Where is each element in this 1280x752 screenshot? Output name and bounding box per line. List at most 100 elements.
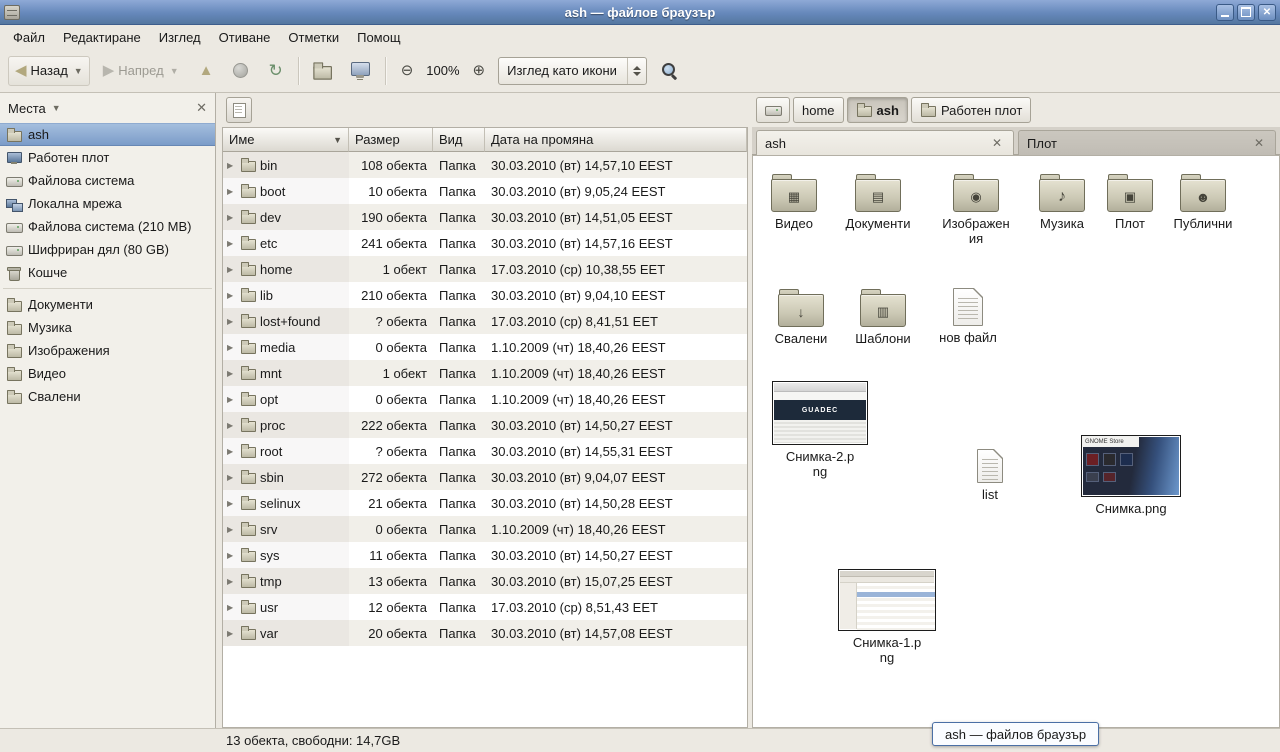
- table-row[interactable]: ▶ usr 12 обекта Папка 17.03.2010 (ср) 8,…: [223, 594, 747, 620]
- path-current-button[interactable]: ash: [847, 97, 908, 123]
- reload-button[interactable]: ↻: [261, 56, 289, 86]
- forward-button[interactable]: ▶ Напред ▼: [96, 56, 186, 86]
- expander-icon[interactable]: ▶: [227, 343, 236, 352]
- zoom-out-button[interactable]: ⊖: [394, 56, 421, 86]
- expander-icon[interactable]: ▶: [227, 187, 236, 196]
- folder-item-downloads[interactable]: Свалени: [761, 289, 841, 347]
- path-home-button[interactable]: home: [793, 97, 844, 123]
- table-row[interactable]: ▶ boot 10 обекта Папка 30.03.2010 (вт) 9…: [223, 178, 747, 204]
- expander-icon[interactable]: ▶: [227, 317, 236, 326]
- up-button[interactable]: ▲: [192, 56, 221, 86]
- taskbar-window-button[interactable]: ash — файлов браузър: [932, 722, 1099, 746]
- menu-item[interactable]: Файл: [4, 27, 54, 48]
- expander-icon[interactable]: ▶: [227, 629, 236, 638]
- view-mode-select[interactable]: Изглед като икони: [498, 57, 647, 85]
- file-item-new-file[interactable]: нов файл: [928, 288, 1008, 346]
- table-row[interactable]: ▶ home 1 обект Папка 17.03.2010 (ср) 10,…: [223, 256, 747, 282]
- table-row[interactable]: ▶ etc 241 обекта Папка 30.03.2010 (вт) 1…: [223, 230, 747, 256]
- table-row[interactable]: ▶ proc 222 обекта Папка 30.03.2010 (вт) …: [223, 412, 747, 438]
- sidebar-close-icon[interactable]: ✕: [196, 100, 207, 116]
- back-dropdown-icon[interactable]: ▼: [74, 66, 83, 76]
- expander-icon[interactable]: ▶: [227, 577, 236, 586]
- expander-icon[interactable]: ▶: [227, 551, 236, 560]
- menu-item[interactable]: Изглед: [150, 27, 210, 48]
- file-item-list[interactable]: list: [960, 449, 1020, 503]
- sidebar-item[interactable]: Файлова система: [0, 169, 215, 192]
- table-row[interactable]: ▶ opt 0 обекта Папка 1.10.2009 (чт) 18,4…: [223, 386, 747, 412]
- table-row[interactable]: ▶ mnt 1 обект Папка 1.10.2009 (чт) 18,40…: [223, 360, 747, 386]
- sidebar-item[interactable]: Шифриран дял (80 GB): [0, 238, 215, 261]
- close-button[interactable]: [1258, 4, 1276, 21]
- back-button[interactable]: ◀ Назад ▼: [8, 56, 90, 86]
- expander-icon[interactable]: ▶: [227, 265, 236, 274]
- table-row[interactable]: ▶ dev 190 обекта Папка 30.03.2010 (вт) 1…: [223, 204, 747, 230]
- expander-icon[interactable]: ▶: [227, 525, 236, 534]
- column-header-name[interactable]: Име ▼: [223, 128, 349, 152]
- table-row[interactable]: ▶ srv 0 обекта Папка 1.10.2009 (чт) 18,4…: [223, 516, 747, 542]
- folder-item-video[interactable]: Видео: [754, 174, 834, 232]
- table-row[interactable]: ▶ lib 210 обекта Папка 30.03.2010 (вт) 9…: [223, 282, 747, 308]
- maximize-button[interactable]: [1237, 4, 1255, 21]
- sidebar-item[interactable]: Локална мрежа: [0, 192, 215, 215]
- folder-item-public[interactable]: Публични: [1163, 174, 1243, 232]
- table-row[interactable]: ▶ root ? обекта Папка 30.03.2010 (вт) 14…: [223, 438, 747, 464]
- tab-ash[interactable]: ash ✕: [756, 130, 1014, 155]
- expander-icon[interactable]: ▶: [227, 369, 236, 378]
- folder-item-documents[interactable]: Документи: [838, 174, 918, 232]
- sidebar-item[interactable]: Свалени: [0, 385, 215, 408]
- expander-icon[interactable]: ▶: [227, 239, 236, 248]
- folder-icon: [240, 547, 256, 563]
- menu-item[interactable]: Отиване: [210, 27, 280, 48]
- image-item-snimka[interactable]: GNOME Store Снимка.png: [1081, 435, 1181, 517]
- table-row[interactable]: ▶ selinux 21 обекта Папка 30.03.2010 (вт…: [223, 490, 747, 516]
- expander-icon[interactable]: ▶: [227, 291, 236, 300]
- image-item-snimka2[interactable]: GUADEC Снимка-2.png: [772, 381, 868, 480]
- folder-item-images[interactable]: Изображения: [936, 174, 1016, 247]
- tab-close-icon[interactable]: ✕: [1251, 135, 1267, 151]
- table-row[interactable]: ▶ bin 108 обекта Папка 30.03.2010 (вт) 1…: [223, 152, 747, 178]
- stop-button[interactable]: [226, 56, 255, 86]
- expander-icon[interactable]: ▶: [227, 213, 236, 222]
- path-desktop-button[interactable]: Работен плот: [911, 97, 1031, 123]
- minimize-button[interactable]: [1216, 4, 1234, 21]
- path-root-button[interactable]: [756, 97, 790, 123]
- search-button[interactable]: [653, 56, 686, 86]
- menu-item[interactable]: Редактиране: [54, 27, 150, 48]
- tab-close-icon[interactable]: ✕: [989, 135, 1005, 151]
- sidebar-item[interactable]: Работен плот: [0, 146, 215, 169]
- table-row[interactable]: ▶ var 20 обекта Папка 30.03.2010 (вт) 14…: [223, 620, 747, 646]
- table-row[interactable]: ▶ tmp 13 обекта Папка 30.03.2010 (вт) 15…: [223, 568, 747, 594]
- expander-icon[interactable]: ▶: [227, 499, 236, 508]
- expander-icon[interactable]: ▶: [227, 603, 236, 612]
- sidebar-item[interactable]: Кошче: [0, 261, 215, 284]
- sidebar-item[interactable]: Файлова система (210 MB): [0, 215, 215, 238]
- menu-item[interactable]: Помощ: [348, 27, 409, 48]
- sidebar-item[interactable]: ash: [0, 123, 215, 146]
- expander-icon[interactable]: ▶: [227, 473, 236, 482]
- sidebar-item[interactable]: Изображения: [0, 339, 215, 362]
- zoom-in-button[interactable]: ⊕: [466, 56, 493, 86]
- folder-item-templates[interactable]: Шаблони: [843, 289, 923, 347]
- table-row[interactable]: ▶ sys 11 обекта Папка 30.03.2010 (вт) 14…: [223, 542, 747, 568]
- menu-item[interactable]: Отметки: [279, 27, 348, 48]
- expander-icon[interactable]: ▶: [227, 161, 236, 170]
- column-header-size[interactable]: Размер: [349, 128, 433, 152]
- computer-button[interactable]: [343, 56, 377, 86]
- sidebar-item[interactable]: Музика: [0, 316, 215, 339]
- folder-item-desktop[interactable]: Плот: [1090, 174, 1170, 232]
- table-row[interactable]: ▶ media 0 обекта Папка 1.10.2009 (чт) 18…: [223, 334, 747, 360]
- sidebar-mode-dropdown-icon[interactable]: ▼: [52, 103, 61, 113]
- expander-icon[interactable]: ▶: [227, 395, 236, 404]
- table-row[interactable]: ▶ sbin 272 обекта Папка 30.03.2010 (вт) …: [223, 464, 747, 490]
- location-bar-toggle-button[interactable]: [226, 97, 252, 123]
- column-header-type[interactable]: Вид: [433, 128, 485, 152]
- expander-icon[interactable]: ▶: [227, 447, 236, 456]
- table-row[interactable]: ▶ lost+found ? обекта Папка 17.03.2010 (…: [223, 308, 747, 334]
- sidebar-item[interactable]: Видео: [0, 362, 215, 385]
- home-button[interactable]: [307, 56, 337, 86]
- expander-icon[interactable]: ▶: [227, 421, 236, 430]
- column-header-date[interactable]: Дата на промяна: [485, 128, 747, 152]
- sidebar-item[interactable]: Документи: [0, 293, 215, 316]
- image-item-snimka1[interactable]: Снимка-1.png: [837, 569, 937, 666]
- tab-plot[interactable]: Плот ✕: [1018, 130, 1276, 155]
